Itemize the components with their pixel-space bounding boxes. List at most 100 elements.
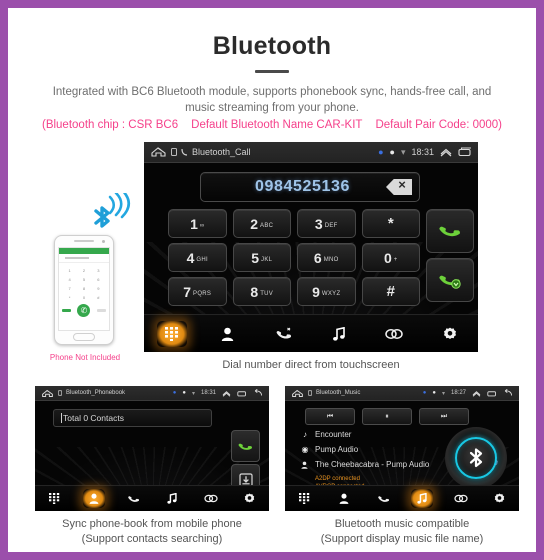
key-hash[interactable]: # <box>361 277 420 306</box>
music-dock <box>285 485 519 511</box>
dock-item-contacts[interactable] <box>212 321 242 347</box>
signal-status-dot: ● <box>432 390 436 396</box>
music-statusbar: Bluetooth_Music ● ● ▾ 18:27 <box>285 386 519 401</box>
dial-keypad: 1 ∞ 2 ABC 3 DEF * 4 GHI 5 JKL 6 MNO 0 + 7 PQRS 8… <box>168 209 420 311</box>
spec-chip: (Bluetooth chip : CSR BC6 <box>41 119 179 131</box>
key-3[interactable]: 3 DEF <box>297 209 356 238</box>
phonebook-statusbar: Bluetooth_Phonebook ● ● ▾ 18:31 <box>35 386 269 401</box>
key-sub: JKL <box>261 256 273 263</box>
signal-status-dot: ● <box>389 147 395 157</box>
key-digit: 9 <box>312 283 320 300</box>
key-star[interactable]: * <box>361 209 420 238</box>
end-call-button[interactable] <box>426 258 474 302</box>
key-sub: DEF <box>324 222 338 229</box>
play-pause-button[interactable]: ⏸ <box>362 408 412 425</box>
back-icon[interactable] <box>253 389 263 397</box>
bluetooth-status-dot: ● <box>422 390 427 396</box>
phone-keypad: 1 2 3 4 5 6 7 8 9 * 0 # <box>59 263 109 302</box>
volume-status-dot: ▾ <box>400 146 406 157</box>
dialed-number-field[interactable]: 0984525136 <box>200 172 420 202</box>
main-statusbar: Bluetooth_Call ● ● ▾ 18:31 <box>144 142 478 163</box>
artist-person-icon <box>301 461 309 469</box>
statusbar-clock: 18:27 <box>450 390 466 396</box>
bluetooth-music-screen: Bluetooth_Music ● ● ▾ 18:27 ⏮ ⏸ ⏭ ♪ Enco… <box>285 386 519 511</box>
phone-key: 1 <box>68 268 71 273</box>
recent-apps-icon[interactable] <box>458 147 472 157</box>
keypad-row: 7 PQRS 8 TUV 9 WXYZ # <box>168 277 420 306</box>
page-title: Bluetooth <box>212 32 332 60</box>
dock-item-music[interactable] <box>324 321 354 347</box>
key-8[interactable]: 8 TUV <box>232 277 291 306</box>
next-track-button[interactable]: ⏭ <box>419 408 469 425</box>
key-6[interactable]: 6 MNO <box>297 243 356 272</box>
key-0[interactable]: 0 + <box>361 243 420 272</box>
dock-item-dialpad[interactable] <box>156 320 187 347</box>
album-disc-icon: ◉ <box>301 445 309 454</box>
phonebook-stage: Total 0 Contacts <box>35 401 269 511</box>
bluetooth-status-dot: ● <box>378 147 384 157</box>
recent-apps-icon[interactable] <box>237 390 247 397</box>
backspace-icon[interactable] <box>386 179 412 195</box>
dock-item-settings[interactable] <box>239 489 261 508</box>
a2dp-status: A2DP connected <box>315 476 360 482</box>
call-icon <box>181 148 188 156</box>
key-digit: 6 <box>313 249 322 266</box>
keypad-row: 4 GHI 5 JKL 6 MNO 0 + <box>168 243 420 272</box>
dock-item-contacts[interactable] <box>82 489 105 508</box>
key-1[interactable]: 1 ∞ <box>168 209 227 238</box>
title-divider <box>255 70 289 73</box>
dock-item-call-log[interactable] <box>122 489 144 508</box>
page-subtitle: Integrated with BC6 Bluetooth module, su… <box>8 84 536 116</box>
dock-item-call-log[interactable] <box>372 489 394 508</box>
dock-item-contacts[interactable] <box>333 489 355 508</box>
home-icon[interactable] <box>150 146 167 158</box>
album-row: ◉ Pump Audio <box>301 445 451 454</box>
phonebook-caption-line-2: (Support contacts searching) <box>81 533 223 545</box>
recent-apps-icon[interactable] <box>487 390 497 397</box>
collapse-icon[interactable] <box>472 390 481 397</box>
key-digit: 4 <box>186 249 195 266</box>
previous-track-icon: ⏮ <box>326 412 334 420</box>
dock-item-settings[interactable] <box>489 489 511 508</box>
key-9[interactable]: 9 WXYZ <box>297 277 356 306</box>
collapse-icon[interactable] <box>440 147 452 157</box>
previous-track-button[interactable]: ⏮ <box>305 408 355 425</box>
answer-call-button[interactable] <box>426 209 474 253</box>
phone-key: * <box>68 295 71 300</box>
bluetooth-phonebook-screen: Bluetooth_Phonebook ● ● ▾ 18:31 Total 0 … <box>35 386 269 511</box>
home-icon[interactable] <box>291 389 304 398</box>
key-7[interactable]: 7 PQRS <box>168 277 227 306</box>
music-transport-bar: ⏮ ⏸ ⏭ <box>305 408 469 425</box>
track-row: ♪ Encounter <box>301 430 451 439</box>
phone-left-action <box>62 309 72 312</box>
album-title: Pump Audio <box>315 445 359 454</box>
phone-not-included-note: Phone Not Included <box>49 353 121 362</box>
key-5[interactable]: 5 JKL <box>232 243 291 272</box>
collapse-icon[interactable] <box>222 390 231 397</box>
dock-item-pair-link[interactable] <box>379 321 409 347</box>
back-icon[interactable] <box>503 389 513 397</box>
music-track-info: ♪ Encounter ◉ Pump Audio The Cheebacabra… <box>301 430 451 491</box>
phone-key: 3 <box>97 268 100 273</box>
phone-key: 4 <box>68 277 71 282</box>
phonebook-statusbar-title: Bluetooth_Phonebook <box>66 390 126 396</box>
dock-item-call-log[interactable] <box>268 321 298 347</box>
home-icon[interactable] <box>41 389 54 398</box>
dock-item-settings[interactable] <box>435 321 465 347</box>
phone-key: 0 <box>82 295 86 300</box>
key-2[interactable]: 2 ABC <box>232 209 291 238</box>
key-4[interactable]: 4 GHI <box>168 243 227 272</box>
dock-item-music[interactable] <box>410 489 433 508</box>
key-sub: PQRS <box>193 290 212 297</box>
dock-item-dialpad[interactable] <box>44 489 66 508</box>
dock-item-dialpad[interactable] <box>294 489 316 508</box>
artist-row: The Cheebacabra - Pump Audio <box>301 460 451 469</box>
dock-item-pair-link[interactable] <box>450 489 472 508</box>
signal-status-dot: ● <box>182 390 186 396</box>
dock-item-pair-link[interactable] <box>200 489 222 508</box>
contacts-search-input[interactable]: Total 0 Contacts <box>53 409 212 427</box>
dock-item-music[interactable] <box>161 489 183 508</box>
phonebook-call-button[interactable] <box>231 430 260 462</box>
bluetooth-call-screen: Bluetooth_Call ● ● ▾ 18:31 0984525136 × … <box>144 142 478 352</box>
artist-title: The Cheebacabra - Pump Audio <box>315 460 430 469</box>
